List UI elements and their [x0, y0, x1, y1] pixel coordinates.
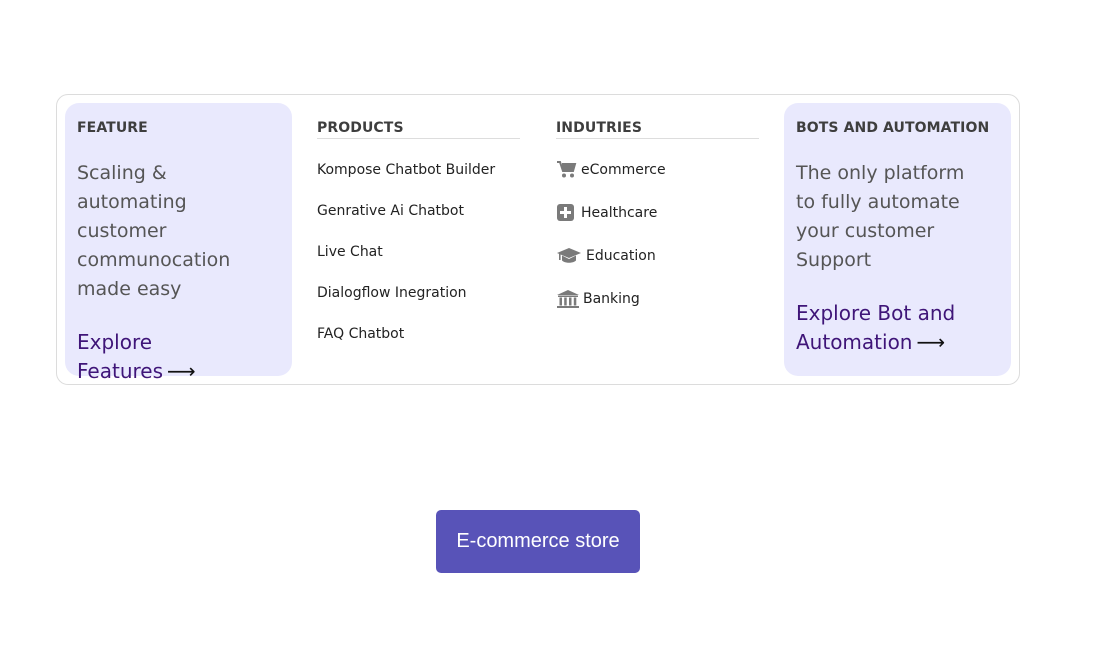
plus-square-icon: [557, 204, 574, 221]
ecommerce-store-button[interactable]: E-commerce store: [436, 510, 640, 573]
product-link-dialogflow-integration[interactable]: Dialogflow Inegration: [317, 284, 520, 302]
products-heading: PRODUCTS: [317, 119, 520, 139]
industries-heading: INDUTRIES: [556, 119, 759, 139]
arrow-right-icon: ⟶: [167, 359, 196, 383]
industry-label-ecommerce: eCommerce: [581, 162, 666, 178]
bots-heading: BOTS AND AUTOMATION: [796, 120, 990, 136]
industry-link-banking[interactable]: Banking: [556, 288, 759, 310]
feature-panel: FEATURE Scaling & automating customer co…: [65, 103, 292, 383]
graduation-cap-icon: [557, 248, 581, 263]
industries-column: INDUTRIES eCommerce Healthcare Education…: [556, 119, 759, 310]
industry-link-healthcare[interactable]: Healthcare: [556, 202, 759, 224]
mega-menu: FEATURE Scaling & automating customer co…: [56, 94, 1020, 385]
explore-features-link[interactable]: Explore Features ⟶: [77, 328, 277, 386]
industry-label-education: Education: [586, 248, 656, 264]
explore-bots-link[interactable]: Explore Bot and Automation ⟶: [796, 299, 996, 357]
bots-automation-panel: BOTS AND AUTOMATION The only platform to…: [784, 103, 1011, 376]
industry-label-banking: Banking: [583, 291, 640, 307]
product-link-kompose-chatbot-builder[interactable]: Kompose Chatbot Builder: [317, 161, 520, 179]
shopping-cart-icon: [557, 161, 577, 178]
bots-description: The only platform to fully automate your…: [796, 162, 965, 271]
product-link-generative-ai-chatbot[interactable]: Genrative Ai Chatbot: [317, 202, 520, 220]
product-link-live-chat[interactable]: Live Chat: [317, 243, 520, 261]
products-column: PRODUCTS Kompose Chatbot Builder Genrati…: [317, 119, 520, 343]
feature-heading: FEATURE: [77, 120, 148, 136]
industry-link-education[interactable]: Education: [556, 245, 759, 267]
product-link-faq-chatbot[interactable]: FAQ Chatbot: [317, 325, 520, 343]
arrow-right-icon: ⟶: [916, 330, 946, 354]
bank-icon: [557, 290, 579, 308]
explore-features-label: Explore Features: [77, 330, 163, 383]
industry-label-healthcare: Healthcare: [581, 205, 658, 221]
industry-link-ecommerce[interactable]: eCommerce: [556, 159, 759, 181]
feature-description: Scaling & automating customer communocat…: [77, 162, 231, 300]
